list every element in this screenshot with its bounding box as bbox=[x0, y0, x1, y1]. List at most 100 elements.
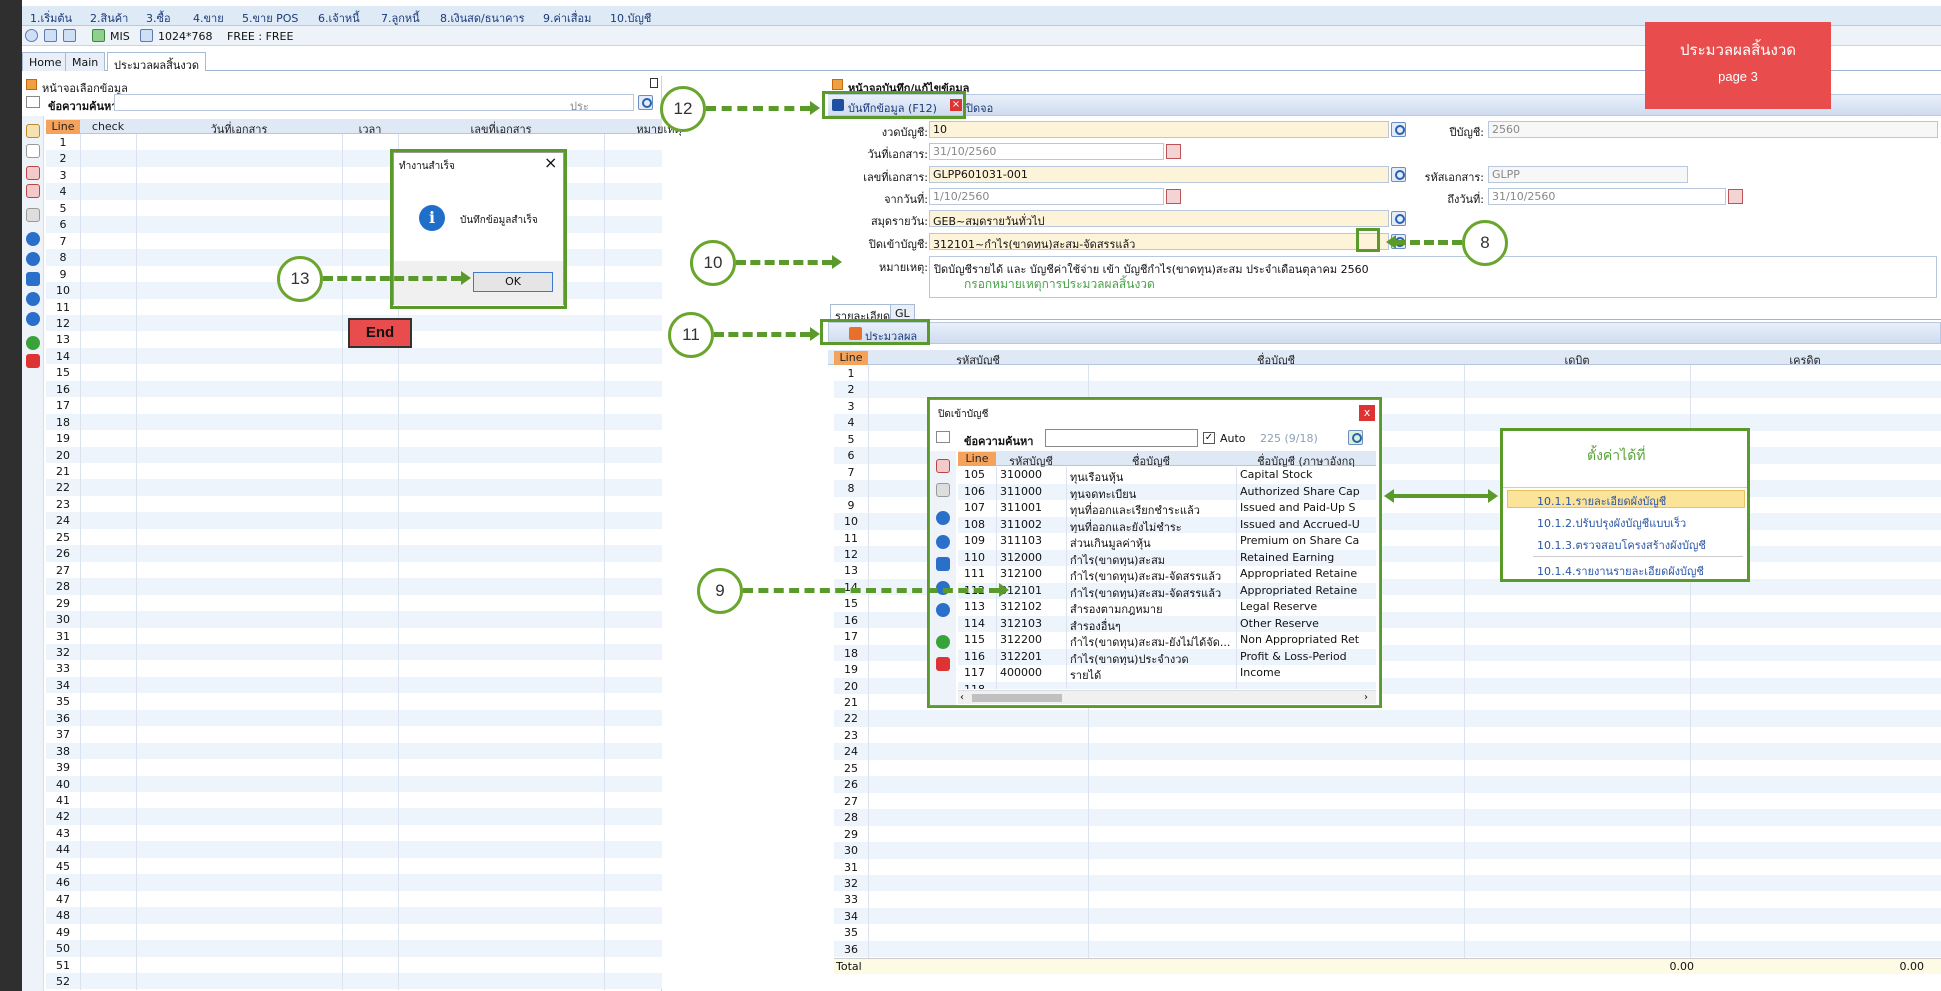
table-row[interactable]: 33 bbox=[834, 891, 1941, 908]
settings-item-check-structure[interactable]: 10.1.3.ตรวจสอบโครงสร้างผังบัญชี bbox=[1537, 536, 1706, 554]
table-row[interactable]: 20 bbox=[46, 446, 662, 464]
table-row[interactable]: 7 bbox=[46, 232, 662, 250]
table-row[interactable]: 32 bbox=[834, 874, 1941, 892]
table-row[interactable]: 26 bbox=[46, 545, 662, 562]
table-row[interactable]: 43 bbox=[46, 824, 662, 842]
table-row[interactable]: 30 bbox=[46, 611, 662, 628]
tab-home[interactable]: Home bbox=[22, 52, 69, 71]
tab-main[interactable]: Main bbox=[65, 52, 106, 71]
docdate-calendar-icon[interactable] bbox=[1166, 144, 1181, 159]
from-calendar-icon[interactable] bbox=[1166, 189, 1181, 204]
table-row[interactable]: 35 bbox=[46, 693, 662, 710]
table-row[interactable]: 18 bbox=[46, 413, 662, 431]
chart-icon[interactable] bbox=[92, 29, 105, 42]
table-row[interactable]: 28 bbox=[46, 578, 662, 595]
table-row[interactable]: 11 bbox=[46, 298, 662, 315]
arrow-left-icon[interactable] bbox=[26, 232, 40, 246]
col-check[interactable]: check bbox=[80, 120, 136, 133]
table-row[interactable]: 27 bbox=[46, 561, 662, 579]
clock-icon[interactable] bbox=[25, 29, 38, 42]
table-row[interactable]: 32 bbox=[46, 643, 662, 661]
table-row[interactable]: 40 bbox=[46, 775, 662, 793]
table-row[interactable]: 29 bbox=[834, 825, 1941, 843]
table-row[interactable]: 23 bbox=[46, 495, 662, 513]
to-input[interactable]: 31/10/2560 bbox=[1488, 188, 1726, 205]
table-row[interactable]: 31 bbox=[834, 858, 1941, 875]
table-row[interactable]: 51 bbox=[46, 956, 662, 973]
table-row[interactable]: 29 bbox=[46, 594, 662, 612]
delete-doc-icon[interactable] bbox=[26, 184, 40, 198]
menu-item-product[interactable]: 2.สินค้า bbox=[90, 9, 128, 27]
docno-input[interactable]: GLPP601031-001 bbox=[929, 166, 1389, 183]
table-row[interactable]: 23 bbox=[834, 726, 1941, 744]
table-row[interactable]: 22 bbox=[46, 479, 662, 496]
table-row[interactable]: 52 bbox=[46, 972, 662, 990]
table-row[interactable]: 31 bbox=[46, 627, 662, 644]
menu-item-creditor[interactable]: 6.เจ้าหนี้ bbox=[318, 9, 360, 27]
table-row[interactable]: 48 bbox=[46, 907, 662, 924]
table-row[interactable]: 28 bbox=[834, 809, 1941, 826]
table-row[interactable]: 1 bbox=[834, 365, 1941, 382]
table-row[interactable]: 10 bbox=[46, 282, 662, 299]
menu-item-depreciation[interactable]: 9.ค่าเสื่อม bbox=[543, 9, 591, 27]
help-icon[interactable] bbox=[26, 336, 40, 350]
table-row[interactable]: 21 bbox=[46, 463, 662, 480]
table-row[interactable]: 46 bbox=[46, 874, 662, 891]
settings-item-report[interactable]: 10.1.4.รายงานรายละเอียดผังบัญชี bbox=[1537, 562, 1704, 580]
table-row[interactable]: 17 bbox=[46, 397, 662, 414]
menu-item-accounting[interactable]: 10.บัญชี bbox=[610, 9, 651, 27]
from-input[interactable]: 1/10/2560 bbox=[929, 188, 1164, 205]
docno-search-icon[interactable] bbox=[1391, 167, 1406, 182]
table-row[interactable]: 15 bbox=[46, 364, 662, 381]
search-icon[interactable] bbox=[638, 95, 653, 110]
table-row[interactable]: 44 bbox=[46, 841, 662, 858]
table-row[interactable]: 34 bbox=[834, 907, 1941, 925]
settings-item-quick-adjust[interactable]: 10.1.2.ปรับปรุงผังบัญชีแบบเร็ว bbox=[1537, 514, 1686, 532]
period-search-icon[interactable] bbox=[1391, 122, 1406, 137]
table-row[interactable]: 34 bbox=[46, 676, 662, 694]
table-row[interactable]: 8 bbox=[46, 249, 662, 266]
table-row[interactable]: 37 bbox=[46, 726, 662, 743]
blank-doc-icon[interactable] bbox=[26, 144, 40, 158]
year-input[interactable]: 2560 bbox=[1488, 121, 1938, 138]
menu-item-start[interactable]: 1.เริ่มต้น bbox=[30, 9, 72, 27]
table-row[interactable]: 35 bbox=[834, 924, 1941, 941]
table-row[interactable]: 14 bbox=[46, 347, 662, 365]
calculator-icon[interactable] bbox=[63, 29, 76, 42]
period-input[interactable]: 10 bbox=[929, 121, 1389, 138]
table-row[interactable]: 42 bbox=[46, 808, 662, 825]
doccode-input[interactable]: GLPP bbox=[1488, 166, 1688, 183]
table-row[interactable]: 33 bbox=[46, 660, 662, 677]
table-row[interactable]: 49 bbox=[46, 923, 662, 941]
arrow-right-icon[interactable] bbox=[26, 252, 40, 266]
closeto-input[interactable]: 312101~กำไร(ขาดทุน)สะสม-จัดสรรแล้ว bbox=[929, 233, 1389, 250]
table-row[interactable]: 2 bbox=[46, 150, 662, 167]
table-row[interactable]: 3 bbox=[46, 166, 662, 184]
table-row[interactable]: 2 bbox=[834, 381, 1941, 398]
menu-item-sell[interactable]: 4.ขาย bbox=[193, 9, 224, 27]
close-red-icon[interactable] bbox=[26, 354, 40, 368]
table-row[interactable]: 27 bbox=[834, 792, 1941, 810]
col-line[interactable]: Line bbox=[834, 351, 868, 365]
table-row[interactable]: 26 bbox=[834, 776, 1941, 793]
table-row[interactable]: 25 bbox=[46, 528, 662, 546]
table-row[interactable]: 24 bbox=[46, 512, 662, 529]
to-calendar-icon[interactable] bbox=[1728, 189, 1743, 204]
search-input[interactable] bbox=[114, 94, 634, 111]
menu-item-debtor[interactable]: 7.ลูกหนี้ bbox=[381, 9, 420, 27]
new-doc-icon[interactable] bbox=[26, 124, 40, 138]
table-row[interactable]: 1 bbox=[46, 134, 662, 151]
journal-search-icon[interactable] bbox=[1391, 211, 1406, 226]
tab-period-close[interactable]: ประมวลผลสิ้นงวด bbox=[107, 52, 207, 72]
table-row[interactable]: 50 bbox=[46, 940, 662, 957]
menu-item-buy[interactable]: 3.ซื้อ bbox=[146, 9, 171, 27]
mis-label[interactable]: MIS bbox=[110, 30, 130, 43]
menu-item-pos[interactable]: 5.ขาย POS bbox=[242, 9, 298, 27]
table-row[interactable]: 19 bbox=[46, 430, 662, 447]
table-row[interactable]: 36 bbox=[46, 709, 662, 727]
table-row[interactable]: 39 bbox=[46, 759, 662, 776]
menu-item-cash[interactable]: 8.เงินสด/ธนาคาร bbox=[440, 9, 525, 27]
table-row[interactable]: 22 bbox=[834, 710, 1941, 727]
checklist-icon[interactable] bbox=[26, 166, 40, 180]
table-row[interactable]: 6 bbox=[46, 216, 662, 233]
